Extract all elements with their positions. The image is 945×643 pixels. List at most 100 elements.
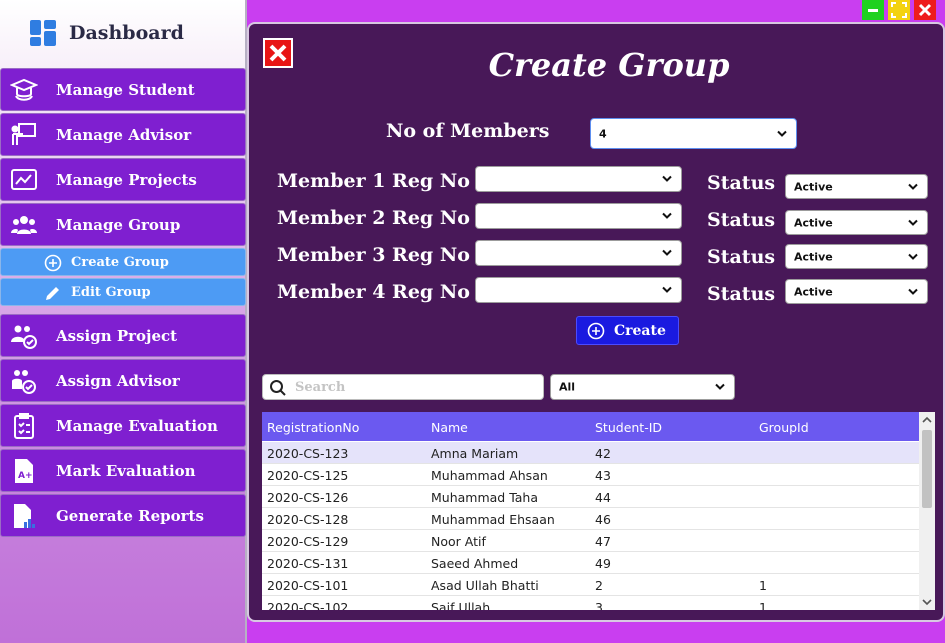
members-count-select[interactable]: 4 [590,118,797,149]
column-header[interactable]: Student-ID [595,420,662,435]
maximize-icon [891,2,907,18]
sidebar-item-create-group[interactable]: Create Group [0,248,246,276]
table-row[interactable]: 2020-CS-128 Muhammad Ehsaan 46 [262,508,919,530]
member-3-status-value: Active [794,250,833,263]
close-window-button[interactable] [914,0,936,20]
member-1-regno-select[interactable] [475,166,682,192]
brand-title: Dashboard [69,22,184,44]
sidebar-item-label: Mark Evaluation [56,462,196,480]
sidebar-item-manage-student[interactable]: Manage Student [0,68,246,111]
grade-document-icon: A+ [15,459,33,483]
sidebar-item-manage-advisor[interactable]: Manage Advisor [0,113,246,156]
create-button[interactable]: Create [576,316,679,345]
members-count-value: 4 [599,127,607,140]
dashboard-icon [30,20,56,46]
table-row[interactable]: 2020-CS-126 Muhammad Taha 44 [262,486,919,508]
search-input[interactable]: Search [262,374,544,400]
member-2-status-value: Active [794,216,833,229]
sidebar-item-label: Generate Reports [56,507,204,525]
create-button-label: Create [614,323,666,339]
member-1-status-select[interactable]: Active [785,174,928,199]
table-scrollbar[interactable] [919,412,935,610]
search-icon [270,380,286,396]
sidebar-item-mark-evaluation[interactable]: A+ Mark Evaluation [0,449,246,492]
cell-student-id: 44 [595,490,611,505]
filter-select[interactable]: All [550,374,735,400]
member-3-regno-select[interactable] [475,240,682,266]
sidebar-item-assign-project[interactable]: Assign Project [0,314,246,357]
chevron-down-icon [908,219,918,226]
table-row[interactable]: 2020-CS-129 Noor Atif 47 [262,530,919,552]
create-group-panel: Create Group No of Members 4 Member 1 Re… [247,22,945,622]
table-row[interactable]: 2020-CS-102 Saif Ullah 3 1 [262,596,919,610]
cell-name: Muhammad Ahsan [431,468,548,483]
sidebar-item-manage-group[interactable]: Manage Group [0,203,246,246]
cell-registration-no: 2020-CS-129 [267,534,349,549]
member-3-label: Member 3 Reg No [277,244,470,266]
cell-name: Saif Ullah [431,600,491,610]
clipboard-checklist-icon [14,413,34,439]
svg-text:A+: A+ [18,471,33,481]
member-2-status-select[interactable]: Active [785,210,928,235]
minimize-icon [868,9,878,12]
sidebar-item-label: Edit Group [71,285,151,300]
chevron-down-icon [908,288,918,295]
sidebar-item-assign-advisor[interactable]: Assign Advisor [0,359,246,402]
sidebar-item-label: Manage Evaluation [56,417,218,435]
cell-name: Amna Mariam [431,446,519,461]
plus-circle-icon [587,322,605,340]
chevron-up-icon[interactable] [922,416,932,424]
dashboard-brand[interactable]: Dashboard [0,0,245,67]
users-check-icon [11,325,37,349]
table-row[interactable]: 2020-CS-131 Saeed Ahmed 49 [262,552,919,574]
cell-student-id: 47 [595,534,611,549]
cell-name: Muhammad Taha [431,490,539,505]
cell-registration-no: 2020-CS-101 [267,578,349,593]
member-3-status-select[interactable]: Active [785,244,928,269]
sidebar-item-label: Create Group [71,255,169,270]
column-header[interactable]: RegistrationNo [267,420,359,435]
cell-registration-no: 2020-CS-123 [267,446,349,461]
table-row[interactable]: 2020-CS-101 Asad Ullah Bhatti 2 1 [262,574,919,596]
member-4-status-label: Status [707,283,776,305]
chevron-down-icon[interactable] [922,598,932,606]
cell-name: Muhammad Ehsaan [431,512,555,527]
scrollbar-thumb[interactable] [922,430,932,508]
sidebar-item-label: Manage Student [56,81,195,99]
cell-name: Noor Atif [431,534,486,549]
member-4-status-select[interactable]: Active [785,279,928,304]
cell-name: Asad Ullah Bhatti [431,578,539,593]
sidebar-item-manage-evaluation[interactable]: Manage Evaluation [0,404,246,447]
table-row[interactable]: 2020-CS-125 Muhammad Ahsan 43 [262,464,919,486]
chevron-down-icon [662,286,672,293]
sidebar-item-generate-reports[interactable]: Generate Reports [0,494,246,537]
chevron-down-icon [662,212,672,219]
column-header[interactable]: Name [431,420,468,435]
minimize-button[interactable] [862,0,884,20]
cell-group-id: 1 [759,578,767,593]
search-placeholder: Search [295,380,346,395]
member-2-regno-select[interactable] [475,203,682,229]
chart-image-icon [11,169,37,190]
member-4-label: Member 4 Reg No [277,281,470,303]
cell-student-id: 49 [595,556,611,571]
sidebar-item-edit-group[interactable]: Edit Group [0,278,246,306]
cell-registration-no: 2020-CS-102 [267,600,349,610]
cell-group-id: 1 [759,600,767,610]
column-header[interactable]: GroupId [759,420,809,435]
table-row[interactable]: 2020-CS-123 Amna Mariam 42 [262,442,919,464]
page-title: Create Group [488,46,730,84]
filter-value: All [559,380,576,394]
cell-name: Saeed Ahmed [431,556,519,571]
sidebar-item-label: Manage Projects [56,171,197,189]
chevron-down-icon [908,253,918,260]
member-4-regno-select[interactable] [475,277,682,303]
chevron-down-icon [715,383,725,390]
maximize-button[interactable] [888,0,910,20]
teacher-board-icon [11,123,36,145]
chevron-down-icon [662,175,672,182]
chevron-down-icon [777,130,787,137]
students-table[interactable]: RegistrationNo Name Student-ID GroupId 2… [262,412,935,610]
sidebar-item-manage-projects[interactable]: Manage Projects [0,158,246,201]
member-2-label: Member 2 Reg No [277,207,470,229]
